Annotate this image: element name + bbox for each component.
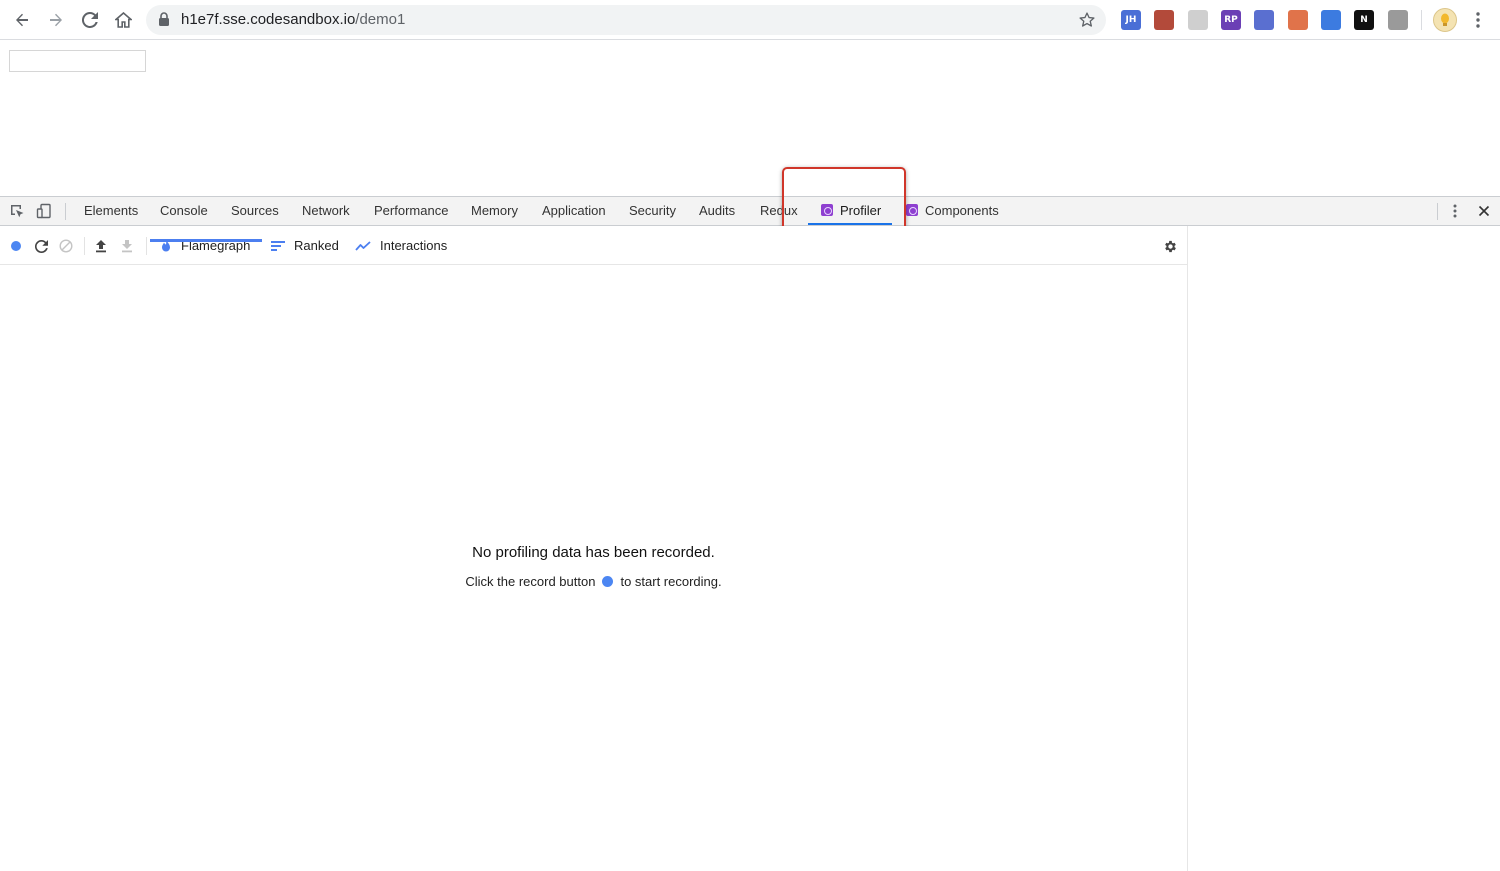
tree-extension-icon[interactable] — [1288, 10, 1308, 30]
page-text-input[interactable] — [9, 50, 146, 72]
asterisk-extension-icon[interactable] — [1321, 10, 1341, 30]
close-icon — [1478, 205, 1490, 217]
tab-application[interactable]: Application — [542, 197, 606, 226]
home-button[interactable] — [109, 6, 137, 34]
empty-state-text-before: Click the record button — [465, 574, 596, 589]
inspect-element-button[interactable] — [8, 202, 26, 220]
save-profile-button[interactable] — [118, 237, 136, 255]
rp-extension-icon[interactable]: RP — [1221, 10, 1241, 30]
tab-audits[interactable]: Audits — [699, 197, 735, 226]
notion-extension-icon[interactable]: N — [1354, 10, 1374, 30]
tabbar-separator — [1437, 203, 1438, 220]
tab-performance[interactable]: Performance — [374, 197, 448, 226]
jh-extension-icon[interactable]: JH — [1121, 10, 1141, 30]
toolbar-separator — [84, 237, 85, 255]
gear-icon — [1164, 240, 1176, 252]
record-dot-icon — [11, 241, 21, 251]
tab-redux[interactable]: Redux — [760, 197, 798, 226]
tab-label: Components — [925, 203, 999, 218]
empty-state-title: No profiling data has been recorded. — [472, 544, 715, 561]
tab-console[interactable]: Console — [160, 197, 208, 226]
reload-icon — [82, 12, 98, 28]
kebab-menu-icon — [1453, 204, 1457, 218]
record-button[interactable] — [7, 237, 25, 255]
redux-extension-icon[interactable] — [1154, 10, 1174, 30]
view-tab-label: Ranked — [294, 238, 339, 253]
tab-label: Performance — [374, 203, 449, 218]
tab-label: Application — [542, 203, 606, 218]
download-icon — [122, 240, 132, 253]
tabbar-separator — [65, 203, 66, 220]
view-tab-ranked[interactable]: Ranked — [271, 226, 339, 265]
devtools-panel: Elements Console Sources Network Performance… — [0, 167, 1500, 871]
forward-button[interactable] — [42, 6, 70, 34]
upload-icon — [96, 240, 106, 253]
tab-elements[interactable]: Elements — [84, 197, 138, 226]
reload-button[interactable] — [76, 6, 104, 34]
active-tab-indicator — [808, 223, 892, 225]
record-dot-icon — [602, 576, 614, 587]
timer-extension-icon[interactable] — [1188, 10, 1208, 30]
view-tab-interactions[interactable]: Interactions — [355, 226, 447, 265]
sidebar-divider — [1187, 226, 1188, 871]
empty-state-subtitle: Click the record button to start recordin… — [0, 574, 1187, 589]
inspect-cursor-icon — [11, 205, 24, 218]
browser-toolbar: h1e7f.sse.codesandbox.io/demo1 JH RP N — [0, 0, 1500, 40]
reload-and-start-profiling-button[interactable] — [32, 237, 50, 255]
puzzle-extension-icon[interactable] — [1388, 10, 1408, 30]
tab-label: Elements — [84, 203, 139, 218]
tab-label: Security — [629, 203, 676, 218]
interactions-chart-icon — [355, 240, 371, 251]
reload-icon — [34, 239, 48, 253]
devtools-tab-bar: Elements Console Sources Network Performance… — [0, 167, 1500, 253]
toolbar-separator — [146, 237, 147, 255]
react-logo-icon — [906, 204, 918, 216]
tab-label: Network — [302, 203, 350, 218]
globe-extension-icon[interactable] — [1254, 10, 1274, 30]
ranked-bars-icon — [271, 240, 285, 251]
extension-label: N — [1360, 15, 1368, 25]
device-toolbar-button[interactable] — [35, 202, 53, 220]
home-icon — [114, 12, 132, 28]
devtools-menu-button[interactable] — [1446, 202, 1464, 220]
profiler-settings-button[interactable] — [1161, 237, 1179, 255]
tab-label: Profiler — [840, 203, 882, 218]
active-view-indicator — [150, 239, 262, 242]
back-button[interactable] — [8, 6, 36, 34]
tab-components[interactable]: Components — [906, 197, 999, 226]
clear-profiling-data-button[interactable] — [57, 237, 75, 255]
tab-memory[interactable]: Memory — [471, 197, 518, 226]
view-tab-label: Interactions — [380, 238, 448, 253]
view-tab-flamegraph[interactable]: Flamegraph — [160, 226, 250, 265]
profile-avatar[interactable] — [1433, 8, 1457, 32]
toolbar-separator — [1421, 10, 1422, 30]
lightbulb-icon — [1441, 13, 1449, 26]
browser-menu-button[interactable] — [1468, 8, 1488, 32]
load-profile-button[interactable] — [92, 237, 110, 255]
tab-label: Redux — [760, 203, 798, 218]
url-text: h1e7f.sse.codesandbox.io/demo1 — [181, 11, 406, 28]
tab-profiler[interactable]: Profiler — [821, 197, 881, 226]
tab-security[interactable]: Security — [629, 197, 676, 226]
tab-network[interactable]: Network — [302, 197, 350, 226]
react-logo-icon — [821, 204, 833, 216]
tab-sources[interactable]: Sources — [231, 197, 279, 226]
tab-label: Memory — [471, 203, 518, 218]
clear-circle-slash-icon — [59, 239, 73, 253]
bookmark-star-icon[interactable] — [1076, 9, 1098, 31]
extension-label: RP — [1224, 15, 1238, 25]
extension-label: JH — [1125, 15, 1137, 25]
lock-icon — [158, 12, 170, 31]
address-bar[interactable]: h1e7f.sse.codesandbox.io/demo1 — [146, 5, 1106, 35]
tab-label: Sources — [231, 203, 279, 218]
kebab-menu-icon — [1476, 12, 1480, 28]
tab-label: Console — [160, 203, 208, 218]
arrow-left-icon — [16, 13, 28, 27]
tab-label: Audits — [699, 203, 736, 218]
arrow-right-icon — [50, 13, 62, 27]
profiler-toolbar: Flamegraph Ranked Interactions — [0, 226, 1188, 265]
devtools-close-button[interactable] — [1475, 202, 1493, 220]
device-mode-icon — [36, 203, 51, 219]
empty-state-text-after: to start recording. — [620, 574, 722, 589]
